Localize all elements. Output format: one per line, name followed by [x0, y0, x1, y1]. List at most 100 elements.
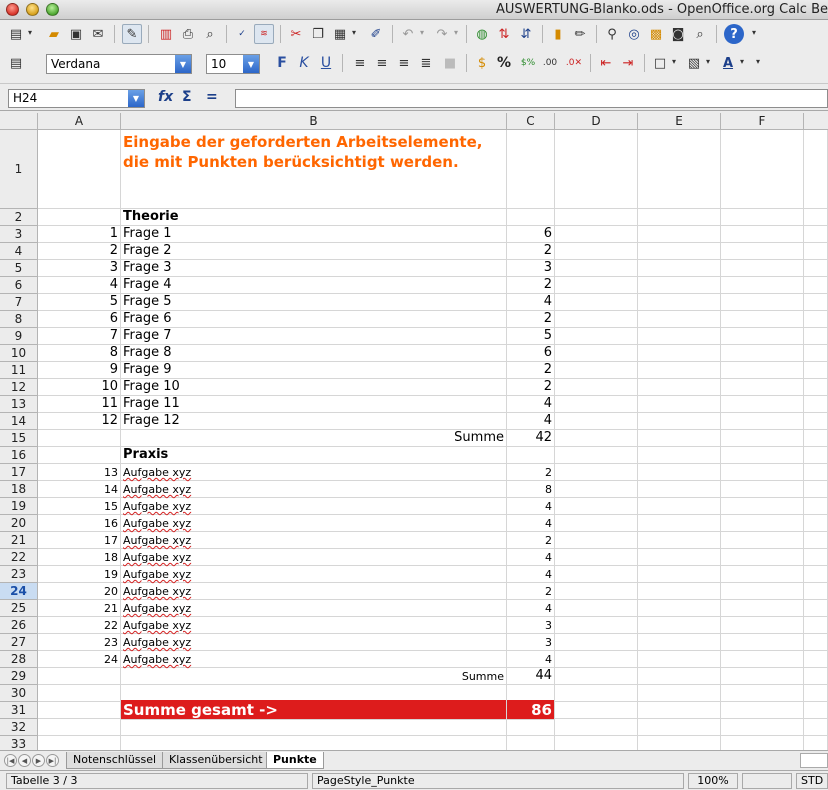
decrease-indent-icon[interactable]: ⇤ — [596, 53, 616, 73]
cell[interactable] — [804, 685, 828, 702]
cell[interactable] — [555, 226, 638, 243]
cell[interactable] — [638, 328, 721, 345]
sheet-tab[interactable]: Punkte — [266, 752, 324, 769]
row-header-28[interactable]: 28 — [0, 651, 38, 668]
item-points[interactable]: 4 — [507, 549, 555, 566]
align-center-icon[interactable]: ≡ — [372, 53, 392, 73]
column-header-e[interactable]: E — [638, 113, 721, 130]
cell[interactable] — [721, 549, 804, 566]
cell[interactable] — [721, 345, 804, 362]
column-header-extra[interactable] — [804, 113, 828, 130]
cell[interactable] — [721, 362, 804, 379]
item-points[interactable]: 2 — [507, 362, 555, 379]
cell[interactable] — [638, 226, 721, 243]
cell[interactable] — [804, 260, 828, 277]
close-window-button[interactable] — [6, 3, 19, 16]
cell[interactable] — [721, 447, 804, 464]
item-points[interactable]: 4 — [507, 294, 555, 311]
paste-dropdown-icon[interactable]: ▾ — [352, 28, 356, 37]
cell[interactable] — [555, 430, 638, 447]
item-name[interactable]: Frage 4 — [121, 277, 507, 294]
cell[interactable] — [721, 702, 804, 719]
item-points[interactable]: 8 — [507, 481, 555, 498]
cell[interactable] — [555, 651, 638, 668]
row-header-19[interactable]: 19 — [0, 498, 38, 515]
toolbar-overflow-icon[interactable]: ▾ — [756, 57, 760, 66]
item-number[interactable]: 23 — [38, 634, 121, 651]
cell[interactable] — [638, 736, 721, 750]
autospellcheck-icon[interactable]: ≋ — [254, 24, 274, 44]
redo-icon[interactable]: ↷ — [432, 24, 452, 44]
row-header-12[interactable]: 12 — [0, 379, 38, 396]
item-points[interactable]: 6 — [507, 345, 555, 362]
help-icon[interactable]: ? — [724, 24, 744, 44]
cell[interactable] — [804, 226, 828, 243]
cell[interactable] — [638, 498, 721, 515]
row-header-17[interactable]: 17 — [0, 464, 38, 481]
row-header-7[interactable]: 7 — [0, 294, 38, 311]
row-header-30[interactable]: 30 — [0, 685, 38, 702]
font-name-combo[interactable]: Verdana ▼ — [46, 54, 192, 74]
column-header-f[interactable]: F — [721, 113, 804, 130]
row-header-32[interactable]: 32 — [0, 719, 38, 736]
item-number[interactable]: 12 — [38, 413, 121, 430]
standard-format-icon[interactable]: $% — [518, 53, 538, 73]
cell[interactable] — [507, 130, 555, 209]
item-name[interactable]: Aufgabe xyz — [121, 532, 507, 549]
item-name[interactable]: Frage 1 — [121, 226, 507, 243]
item-name[interactable]: Aufgabe xyz — [121, 549, 507, 566]
cell[interactable] — [555, 583, 638, 600]
row-header-27[interactable]: 27 — [0, 634, 38, 651]
chevron-down-icon[interactable]: ▼ — [175, 55, 191, 73]
merge-cells-icon[interactable]: ■ — [440, 53, 460, 73]
undo-icon[interactable]: ↶ — [398, 24, 418, 44]
cell[interactable] — [638, 311, 721, 328]
cell[interactable] — [804, 396, 828, 413]
cell[interactable] — [721, 651, 804, 668]
item-number[interactable]: 20 — [38, 583, 121, 600]
cell[interactable] — [721, 226, 804, 243]
cell[interactable] — [721, 430, 804, 447]
cell[interactable] — [507, 736, 555, 750]
cell[interactable] — [804, 277, 828, 294]
cell[interactable] — [804, 464, 828, 481]
item-points[interactable]: 4 — [507, 413, 555, 430]
font-size-combo[interactable]: 10 ▼ — [206, 54, 260, 74]
cell[interactable] — [721, 277, 804, 294]
cell[interactable] — [804, 328, 828, 345]
gesamt-value[interactable]: 86 — [507, 700, 555, 720]
item-points[interactable]: 4 — [507, 498, 555, 515]
item-number[interactable]: 6 — [38, 311, 121, 328]
toolbar-overflow-icon[interactable]: ▾ — [752, 28, 756, 37]
cell[interactable] — [721, 719, 804, 736]
row-header-25[interactable]: 25 — [0, 600, 38, 617]
item-name[interactable]: Frage 12 — [121, 413, 507, 430]
data-sources-icon[interactable]: ◙ — [668, 24, 688, 44]
cell[interactable] — [804, 617, 828, 634]
cell[interactable] — [721, 634, 804, 651]
cell[interactable] — [38, 702, 121, 719]
cell[interactable] — [638, 345, 721, 362]
cell[interactable] — [804, 583, 828, 600]
cell[interactable] — [555, 243, 638, 260]
item-points[interactable]: 2 — [507, 243, 555, 260]
cell[interactable] — [638, 583, 721, 600]
item-name[interactable]: Frage 11 — [121, 396, 507, 413]
sort-descending-icon[interactable]: ⇵ — [516, 24, 536, 44]
delete-decimal-icon[interactable]: .0✕ — [564, 53, 584, 73]
cell[interactable] — [638, 549, 721, 566]
item-points[interactable]: 4 — [507, 651, 555, 668]
cell[interactable] — [638, 617, 721, 634]
row-header-24[interactable]: 24 — [0, 583, 38, 600]
next-sheet-icon[interactable]: ▶ — [32, 754, 45, 767]
sheet-tab[interactable]: Klassenübersicht — [162, 752, 270, 769]
item-number[interactable]: 8 — [38, 345, 121, 362]
row-header-15[interactable]: 15 — [0, 430, 38, 447]
align-right-icon[interactable]: ≡ — [394, 53, 414, 73]
cell[interactable] — [38, 130, 121, 209]
item-number[interactable]: 7 — [38, 328, 121, 345]
row-header-13[interactable]: 13 — [0, 396, 38, 413]
cell[interactable] — [804, 515, 828, 532]
new-document-icon[interactable]: ▤ — [6, 24, 26, 44]
cell[interactable] — [721, 736, 804, 750]
